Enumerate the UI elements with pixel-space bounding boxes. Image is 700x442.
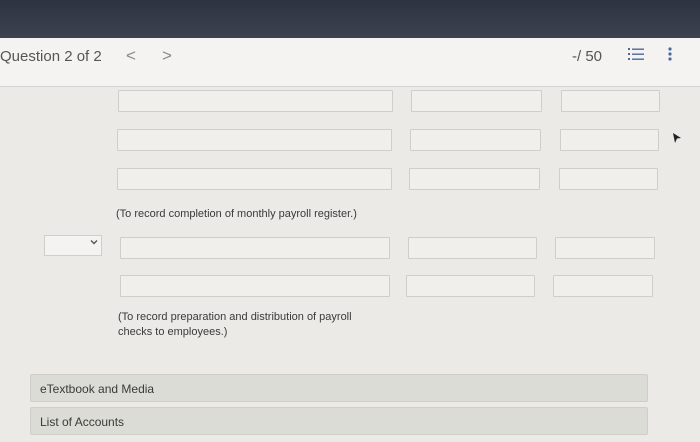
account-title-input[interactable]: [117, 129, 392, 151]
window-top-bar: [0, 0, 700, 38]
journal-entry-area: (To record completion of monthly payroll…: [0, 87, 700, 442]
credit-input[interactable]: [560, 129, 659, 151]
chevron-down-icon: [90, 238, 98, 248]
credit-input[interactable]: [555, 237, 655, 259]
credit-input[interactable]: [559, 168, 658, 190]
question-header: Question 2 of 2 < > -/ 50: [0, 38, 700, 87]
account-title-input[interactable]: [118, 90, 393, 112]
credit-input[interactable]: [553, 275, 653, 297]
account-title-input[interactable]: [120, 237, 390, 259]
account-title-input[interactable]: [120, 275, 390, 297]
etextbook-media-link[interactable]: eTextbook and Media: [30, 374, 648, 402]
list-icon[interactable]: [627, 46, 645, 67]
list-of-accounts-link[interactable]: List of Accounts: [30, 407, 648, 435]
account-title-input[interactable]: [117, 168, 392, 190]
debit-input[interactable]: [411, 90, 542, 112]
debit-input[interactable]: [409, 168, 540, 190]
cursor-icon: [672, 132, 682, 147]
previous-question-button[interactable]: <: [126, 46, 136, 66]
question-title: Question 2 of 2: [0, 48, 102, 65]
question-score: -/ 50: [572, 48, 603, 65]
entry-explanation: (To record completion of monthly payroll…: [116, 208, 357, 220]
credit-input[interactable]: [561, 90, 660, 112]
next-question-button[interactable]: >: [162, 46, 172, 66]
debit-input[interactable]: [410, 129, 541, 151]
debit-input[interactable]: [406, 275, 535, 297]
debit-input[interactable]: [408, 237, 537, 259]
entry-explanation: (To record preparation and distribution …: [118, 311, 352, 338]
more-vertical-icon[interactable]: [666, 46, 674, 67]
date-select[interactable]: [44, 235, 102, 256]
